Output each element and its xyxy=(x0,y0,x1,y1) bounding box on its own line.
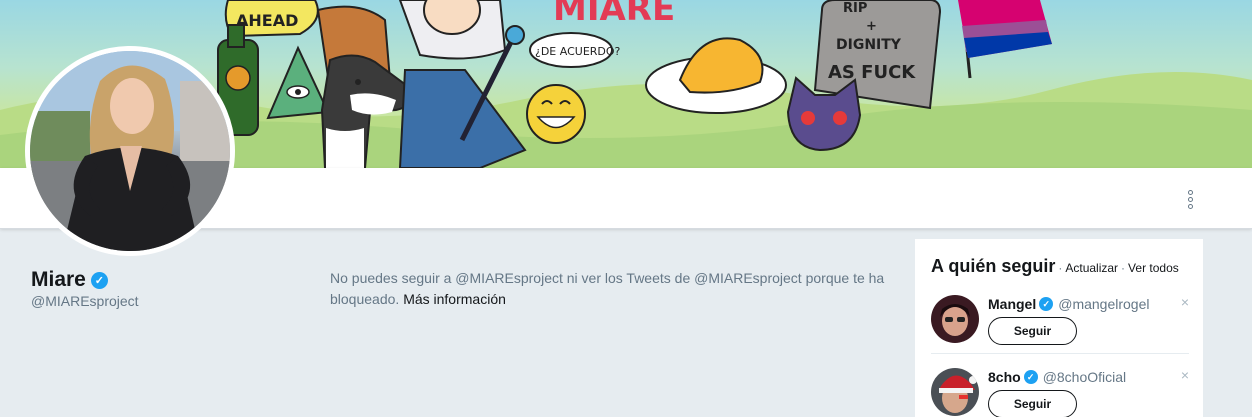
verified-badge-icon: ✓ xyxy=(90,271,108,289)
view-all-link[interactable]: Ver todos xyxy=(1128,261,1179,275)
refresh-link[interactable]: Actualizar xyxy=(1065,261,1118,275)
blocked-message: No puedes seguir a @MIAREsproject ni ver… xyxy=(330,268,890,310)
banner-text-ahead: AHEAD xyxy=(236,11,298,30)
banner-text-plus: + xyxy=(866,19,877,34)
suggested-user-handle[interactable]: @8choOficial xyxy=(1043,369,1126,385)
banner-text-as-fuck: AS FUCK xyxy=(828,62,916,83)
suggested-user-name[interactable]: 8cho xyxy=(988,369,1021,385)
more-info-link[interactable]: Más información xyxy=(403,291,506,307)
more-dot xyxy=(1187,196,1193,202)
dismiss-suggestion-close-icon[interactable]: × xyxy=(1181,367,1189,383)
banner-text-de-acuerdo: ¿DE ACUERDO? xyxy=(535,45,621,58)
suggested-user-name[interactable]: Mangel xyxy=(988,296,1036,312)
suggested-user-name-row: Mangel ✓ @mangelrogel xyxy=(988,296,1150,312)
follow-button[interactable]: Seguir xyxy=(988,317,1077,345)
more-dot xyxy=(1187,203,1193,209)
verified-badge-icon: ✓ xyxy=(1023,370,1038,384)
more-dot xyxy=(1187,189,1193,195)
banner-text-miare: MIARE xyxy=(553,0,675,29)
banner-text-dignity: DIGNITY xyxy=(836,37,902,53)
profile-avatar[interactable] xyxy=(25,46,235,256)
follow-button[interactable]: Seguir xyxy=(988,390,1077,417)
suggested-user: 8cho ✓ @8choOficial × Seguir xyxy=(931,365,1189,417)
verified-badge-icon: ✓ xyxy=(1039,297,1054,311)
who-to-follow-title: A quién seguir xyxy=(931,256,1056,276)
banner-text-rip: RIP xyxy=(843,1,867,16)
suggested-user-name-row: 8cho ✓ @8choOficial xyxy=(988,369,1126,385)
profile-handle[interactable]: @MIAREsproject xyxy=(31,293,139,309)
suggested-user-avatar[interactable] xyxy=(931,295,979,343)
separator: · xyxy=(1121,261,1126,275)
suggested-user-handle[interactable]: @mangelrogel xyxy=(1058,296,1149,312)
who-to-follow-header: A quién seguir · Actualizar · Ver todos xyxy=(931,256,1179,277)
suggested-user-avatar[interactable] xyxy=(931,368,979,416)
dismiss-suggestion-close-icon[interactable]: × xyxy=(1181,294,1189,310)
suggestion-divider xyxy=(931,353,1189,354)
profile-name-row: Miare ✓ xyxy=(31,268,108,292)
suggested-user: Mangel ✓ @mangelrogel × Seguir xyxy=(931,292,1189,352)
more-options-icon[interactable] xyxy=(1180,186,1200,212)
profile-name[interactable]: Miare xyxy=(31,268,86,292)
who-to-follow-module: A quién seguir · Actualizar · Ver todos … xyxy=(915,239,1203,417)
separator: · xyxy=(1058,261,1063,275)
avatar-photo xyxy=(30,51,230,251)
